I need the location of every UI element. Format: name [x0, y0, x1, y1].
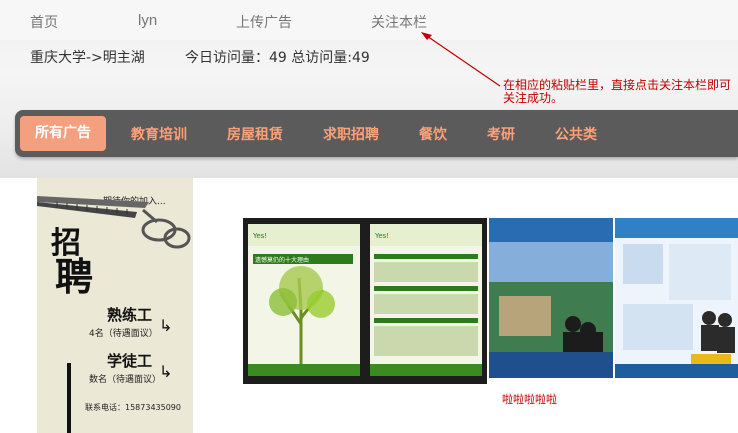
- category-exam-tab[interactable]: 考研: [487, 124, 515, 144]
- category-housing-tab[interactable]: 房屋租赁: [227, 124, 283, 144]
- corner-arrow-icon: ↳: [159, 316, 173, 335]
- category-public-tab[interactable]: 公共类: [555, 124, 597, 144]
- category-bar: 所有广告 教育培训 房屋租赁 求职招聘 餐饮 考研 公共类: [15, 110, 738, 157]
- follow-hint-annotation: 在相应的粘贴栏里，直接点击关注本栏即可关注成功。: [503, 78, 732, 105]
- poster-job2-sub: 数名（待遇面议）: [89, 375, 162, 385]
- category-jobs-tab[interactable]: 求职招聘: [323, 124, 379, 144]
- education-flyers-image[interactable]: Yes! 遗憾莫仍的十大理由 Yes!: [243, 214, 738, 386]
- poster-job2: 学徒工: [107, 352, 153, 370]
- flyer-heading: 遗憾莫仍的十大理由: [255, 256, 309, 264]
- poster-title-bottom: 聘: [55, 254, 94, 299]
- poster-phone: 联系电话：15873435090: [85, 403, 181, 412]
- poster-job1-sub: 4名（待遇面议）: [89, 329, 158, 339]
- category-food-tab[interactable]: 餐饮: [419, 124, 447, 144]
- poster-job1: 熟练工: [107, 306, 153, 324]
- category-education-tab[interactable]: 教育培训: [131, 124, 187, 144]
- corner-arrow-icon: ↳: [159, 362, 173, 381]
- poster-divider: [67, 363, 71, 433]
- svg-text:Yes!: Yes!: [252, 232, 267, 240]
- recruitment-poster[interactable]: 期待你的加入... 招 聘 熟练工 4名（待遇面议） ↳ 学徒工 数名（待遇面议…: [37, 178, 193, 433]
- flyer-caption: 啦啦啦啦啦: [502, 393, 557, 406]
- category-all-button[interactable]: 所有广告: [20, 116, 106, 151]
- svg-text:Yes!: Yes!: [374, 232, 389, 240]
